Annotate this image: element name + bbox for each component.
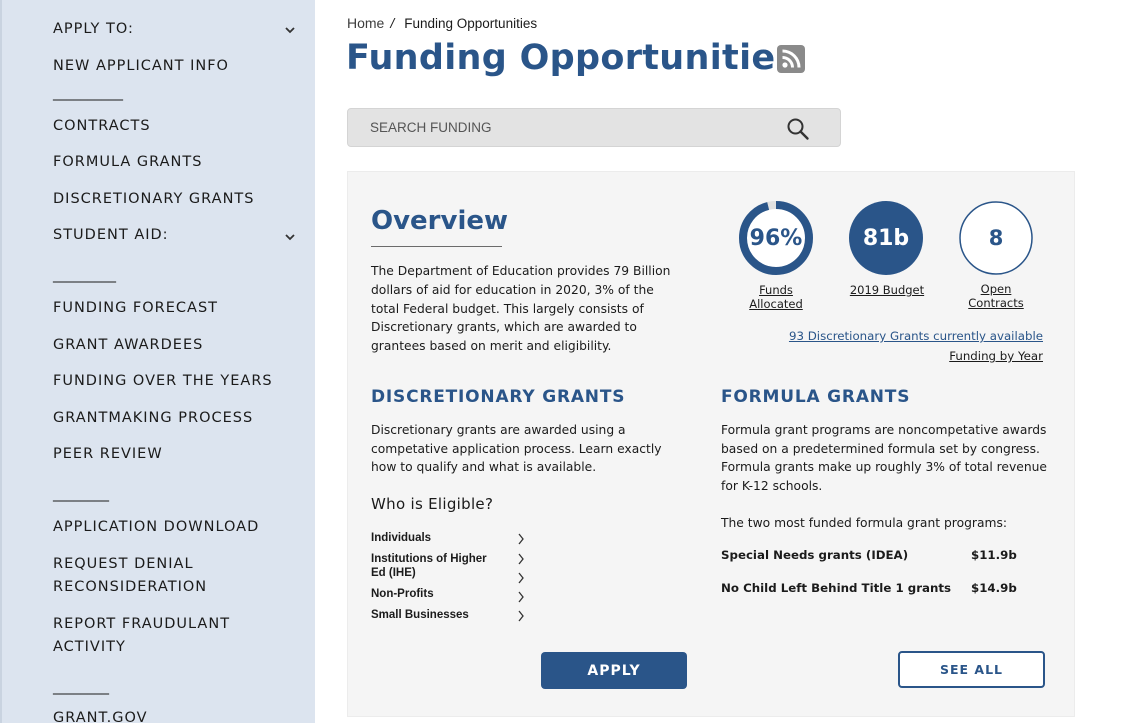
sidebar-item-report-fraudulent[interactable]: REPORT FRAUDULANT ACTIVITY <box>53 613 263 659</box>
rss-icon[interactable] <box>777 45 805 73</box>
eligible-item-ihe[interactable]: Institutions of Higher Ed (IHE) <box>371 552 501 580</box>
formula-program-name: No Child Left Behind Title 1 grants <box>721 581 952 595</box>
breadcrumb-current: Funding Opportunities <box>404 15 538 31</box>
sidebar-item-grantmaking-process[interactable]: GRANTMAKING PROCESS <box>53 407 293 430</box>
eligible-item-individuals[interactable]: Individuals <box>371 531 531 545</box>
chevron-right-icon[interactable] <box>517 590 525 603</box>
breadcrumb: Home / Funding Opportunities <box>347 15 537 31</box>
chevron-right-icon[interactable] <box>517 571 525 584</box>
formula-grants-intro: The two most funded formula grant progra… <box>721 516 1008 530</box>
formula-program-name: Special Needs grants (IDEA) <box>721 548 909 562</box>
sidebar-item-formula-grants[interactable]: FORMULA GRANTS <box>53 151 293 174</box>
sidebar-item-application-download[interactable]: APPLICATION DOWNLOAD <box>53 516 293 539</box>
search-bar <box>347 108 841 147</box>
sidebar-divider: ________ <box>53 679 109 695</box>
budget-link[interactable]: 2019 Budget <box>840 283 934 297</box>
sidebar-item-funding-over-years[interactable]: FUNDING OVER THE YEARS <box>53 370 293 393</box>
who-is-eligible-heading: Who is Eligible? <box>371 495 494 513</box>
open-contracts-link[interactable]: Open Contracts <box>962 282 1030 310</box>
discretionary-grants-text: Discretionary grants are awarded using a… <box>371 423 662 474</box>
funds-allocated-link[interactable]: Funds Allocated <box>738 283 814 311</box>
sidebar: APPLY TO: NEW APPLICANT INFO __________ … <box>0 0 315 723</box>
open-contracts-value: 8 <box>988 226 1004 250</box>
sidebar-divider: _________ <box>53 267 116 283</box>
formula-grants-text: Formula grant programs are noncompetativ… <box>721 423 1047 493</box>
budget-value: 81b <box>862 225 910 251</box>
sidebar-item-grant-awardees[interactable]: GRANT AWARDEES <box>53 334 293 357</box>
sidebar-item-request-denial[interactable]: REQUEST DENIAL RECONSIDERATION <box>53 553 263 599</box>
overview-divider <box>371 246 502 247</box>
eligible-item-non-profits[interactable]: Non-Profits <box>371 587 531 601</box>
sidebar-item-contracts[interactable]: CONTRACTS <box>53 115 293 138</box>
search-icon[interactable] <box>786 117 810 141</box>
sidebar-item-student-aid[interactable]: STUDENT AID: <box>53 224 293 247</box>
discretionary-available-link[interactable]: 93 Discretionary Grants currently availa… <box>789 329 1043 343</box>
formula-program-amount: $11.9b <box>971 548 1017 562</box>
formula-program-amount: $14.9b <box>971 581 1017 595</box>
sidebar-item-grant-gov[interactable]: GRANT.GOV <box>53 707 293 723</box>
sidebar-item-apply-to[interactable]: APPLY TO: <box>53 18 293 41</box>
sidebar-item-funding-forecast[interactable]: FUNDING FORECAST <box>53 297 293 320</box>
breadcrumb-separator: / <box>390 15 395 31</box>
see-all-button[interactable]: SEE ALL <box>898 651 1045 688</box>
discretionary-grants-heading: DISCRETIONARY GRANTS <box>371 387 626 407</box>
chevron-right-icon[interactable] <box>517 532 525 545</box>
overview-text: The Department of Education provides 79 … <box>371 264 671 354</box>
chevron-down-icon[interactable] <box>284 24 296 36</box>
funds-allocated-value: 96% <box>749 225 803 251</box>
chevron-right-icon[interactable] <box>517 609 525 622</box>
page-title: Funding Opportunities <box>346 38 797 78</box>
search-input[interactable] <box>370 109 770 146</box>
sidebar-item-new-applicant[interactable]: NEW APPLICANT INFO <box>53 55 293 78</box>
overview-title: Overview <box>371 206 509 236</box>
sidebar-item-peer-review[interactable]: PEER REVIEW <box>53 443 293 466</box>
sidebar-item-discretionary-grants[interactable]: DISCRETIONARY GRANTS <box>53 188 293 211</box>
apply-button[interactable]: APPLY <box>541 652 687 689</box>
eligible-item-small-businesses[interactable]: Small Businesses <box>371 608 531 622</box>
formula-grants-heading: FORMULA GRANTS <box>721 387 911 407</box>
chevron-down-icon[interactable] <box>284 231 296 243</box>
sidebar-divider: __________ <box>53 85 123 101</box>
chevron-right-icon[interactable] <box>517 552 525 565</box>
sidebar-divider: ________ <box>53 486 109 502</box>
breadcrumb-home-link[interactable]: Home <box>347 15 384 31</box>
funding-by-year-link[interactable]: Funding by Year <box>949 349 1043 363</box>
